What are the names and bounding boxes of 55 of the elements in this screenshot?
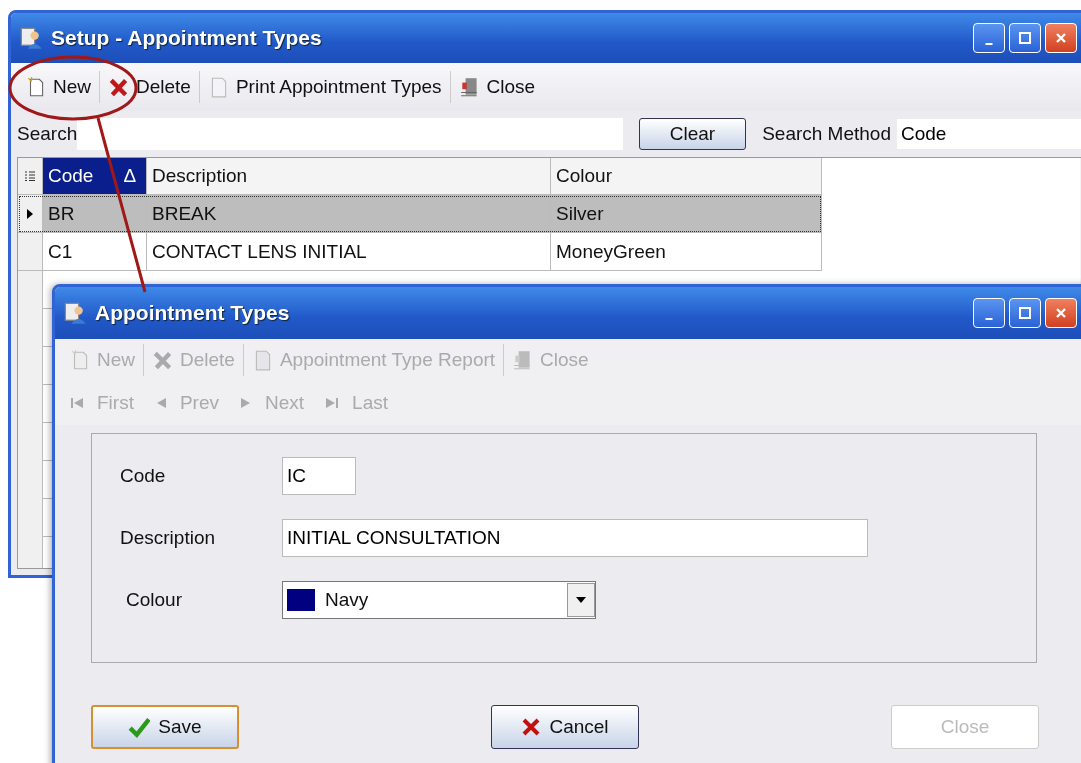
input-field[interactable]: IC [282, 457, 356, 495]
app-icon [63, 301, 87, 325]
cancel-icon [521, 717, 542, 737]
window-title: Appointment Types [95, 301, 290, 325]
field-label: Description [119, 527, 217, 549]
column-header[interactable]: Code Δ [43, 158, 147, 194]
previous-icon [155, 398, 166, 408]
maximize-icon [1019, 307, 1031, 319]
window-title: Setup - Appointment Types [51, 26, 322, 50]
clear-button[interactable]: Clear [638, 118, 747, 150]
close-button[interactable] [1045, 23, 1077, 53]
table-cell: BREAK [147, 195, 551, 232]
colour-dropdown[interactable]: Navy [282, 581, 596, 619]
column-header[interactable]: Description [147, 158, 551, 194]
close-button[interactable] [1045, 298, 1077, 328]
close-icon [1055, 307, 1067, 319]
dialog-button[interactable]: Save [91, 705, 239, 749]
maximize-icon [1019, 32, 1031, 44]
search-method-label: Search Method [762, 123, 891, 145]
minimize-icon [985, 43, 993, 45]
first-record-icon [71, 398, 83, 408]
column-header[interactable]: Colour [551, 158, 821, 194]
checkmark-icon [128, 716, 151, 738]
table-cell-text: MoneyGreen [555, 239, 667, 264]
table-row[interactable]: BR BREAK Silver [18, 195, 822, 233]
close-icon [1055, 32, 1067, 44]
minimize-button[interactable] [973, 298, 1005, 328]
next-icon [241, 398, 251, 408]
delete-icon [108, 76, 130, 98]
toolbar-button[interactable]: Close [450, 72, 544, 102]
table-cell: C1 [43, 233, 147, 270]
table-cell-text: Silver [555, 201, 605, 226]
input-field[interactable]: INITIAL CONSULTATION [282, 519, 868, 557]
search-method-field[interactable]: Code [897, 119, 1081, 149]
dialog-button[interactable]: Cancel [491, 705, 639, 749]
current-row-icon [26, 208, 34, 219]
app-icon [19, 26, 43, 50]
toolbar-button[interactable]: Delete [100, 72, 199, 102]
sort-indicator: Δ [123, 165, 138, 187]
minimize-icon [985, 318, 993, 320]
table-cell: CONTACT LENS INITIAL [147, 233, 551, 270]
last-record-icon [326, 398, 339, 408]
field-label: Code [119, 465, 167, 487]
search-field[interactable] [77, 118, 623, 150]
toolbar-button[interactable]: Print Appointment Types [199, 72, 450, 102]
delete-icon [152, 349, 174, 371]
column-chooser-icon[interactable] [25, 171, 35, 181]
table-row[interactable]: C1 CONTACT LENS INITIAL MoneyGreen [18, 233, 822, 271]
minimize-button[interactable] [973, 23, 1005, 53]
maximize-button[interactable] [1009, 23, 1041, 53]
field-label: Colour [125, 589, 183, 611]
dropdown-arrow-icon [576, 597, 586, 603]
table-cell: BR [43, 195, 147, 232]
maximize-button[interactable] [1009, 298, 1041, 328]
search-label: Search [17, 123, 77, 145]
